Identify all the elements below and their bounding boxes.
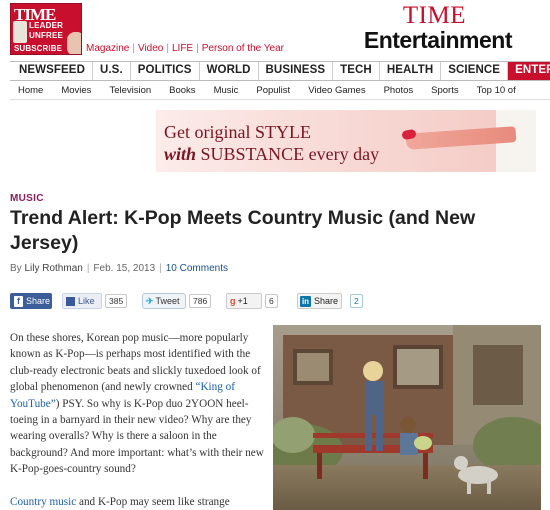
subnav-top-10[interactable]: Top 10 of [468,85,525,96]
article-paragraph: On these shores, Korean pop music—more p… [10,332,264,476]
cover-portrait [13,21,27,43]
article-paragraph: Country music and K-Pop may seem like st… [10,495,230,508]
nav-newsfeed[interactable]: NEWSFEED [10,62,93,80]
ad-headline-line2: with SUBSTANCE every day [164,144,380,164]
country-music-link[interactable]: Country music [10,496,76,508]
comments-link[interactable]: 10 Comments [166,263,228,274]
nav-business[interactable]: BUSINESS [259,62,334,80]
section-label[interactable]: MUSIC [10,193,44,204]
google-plus-count: 6 [265,294,278,308]
facebook-share-button[interactable]: f Share [10,293,52,309]
tweet-count: 786 [189,294,212,308]
linkedin-count: 2 [350,294,363,308]
nav-health[interactable]: HEALTH [380,62,442,80]
google-plus-button[interactable]: g +1 [226,293,262,309]
masthead: TIME LEADER UNFREE SUBSCRIBE Magazine | Vi… [0,0,550,60]
subnav-movies[interactable]: Movies [52,85,100,96]
article-body: On these shores, Korean pop music—more p… [10,330,272,510]
secondary-nav: Home Movies Television Books Music Popul… [10,82,550,100]
author-link[interactable]: Lily Rothman [24,263,82,274]
cover-headline-line2: UNFREE [29,31,64,40]
nav-tech[interactable]: TECH [333,62,380,80]
top-link-life[interactable]: LIFE [172,43,193,54]
magazine-cover-thumbnail[interactable]: TIME LEADER UNFREE SUBSCRIBE [10,3,82,55]
byline: By Lily Rothman | Feb. 15, 2013 | 10 Comment… [10,263,228,274]
byline-prefix: By [10,263,22,274]
nav-world[interactable]: WORLD [200,62,259,80]
facebook-like-button[interactable]: Like [62,293,102,309]
twitter-bird-icon: ✈ [146,295,154,306]
cover-photo [67,32,81,54]
brand-time: TIME [402,2,466,29]
thumbs-up-icon [66,296,75,306]
top-link-video[interactable]: Video [138,43,163,54]
barnyard-photo [273,325,541,510]
subnav-music[interactable]: Music [205,85,248,96]
top-link-person-of-the-year[interactable]: Person of the Year [202,43,284,54]
nav-us[interactable]: U.S. [93,62,131,80]
google-plus-icon: g [230,296,236,306]
like-count: 385 [105,294,128,308]
ad-headline-line1: Get original STYLE [164,122,311,142]
subnav-television[interactable]: Television [100,85,160,96]
linkedin-share-button[interactable]: in Share [297,293,342,309]
cover-headline-line1: LEADER [29,21,64,30]
article-photo[interactable] [273,325,541,510]
article-headline: Trend Alert: K-Pop Meets Country Music (… [10,207,476,254]
primary-nav: NEWSFEED U.S. POLITICS WORLD BUSINESS TE… [10,61,550,81]
top-links: Magazine | Video | LIFE | Person of the Year [86,43,285,54]
share-bar: f Share Like 385 ✈ Tweet 786 g +1 6 in Share… [10,293,550,311]
subnav-books[interactable]: Books [160,85,204,96]
brand-section: Entertainment [363,27,513,53]
nav-entertainment[interactable]: ENTERTA [508,62,550,80]
nav-politics[interactable]: POLITICS [131,62,200,80]
subnav-populist[interactable]: Populist [247,85,299,96]
publish-date: Feb. 15, 2013 [93,263,156,274]
linkedin-icon: in [300,295,311,307]
subnav-photos[interactable]: Photos [375,85,423,96]
subscribe-link[interactable]: SUBSCRIBE [14,44,62,53]
nav-science[interactable]: SCIENCE [441,62,509,80]
subnav-video-games[interactable]: Video Games [299,85,374,96]
ad-banner[interactable]: Get original STYLE with SUBSTANCE every … [156,110,536,172]
brand-logo[interactable]: TIME Entertainment [363,2,513,53]
tweet-button[interactable]: ✈ Tweet [142,293,186,309]
top-link-magazine[interactable]: Magazine [86,43,129,54]
subnav-sports[interactable]: Sports [422,85,467,96]
facebook-icon: f [14,295,23,307]
subnav-home[interactable]: Home [10,85,52,96]
